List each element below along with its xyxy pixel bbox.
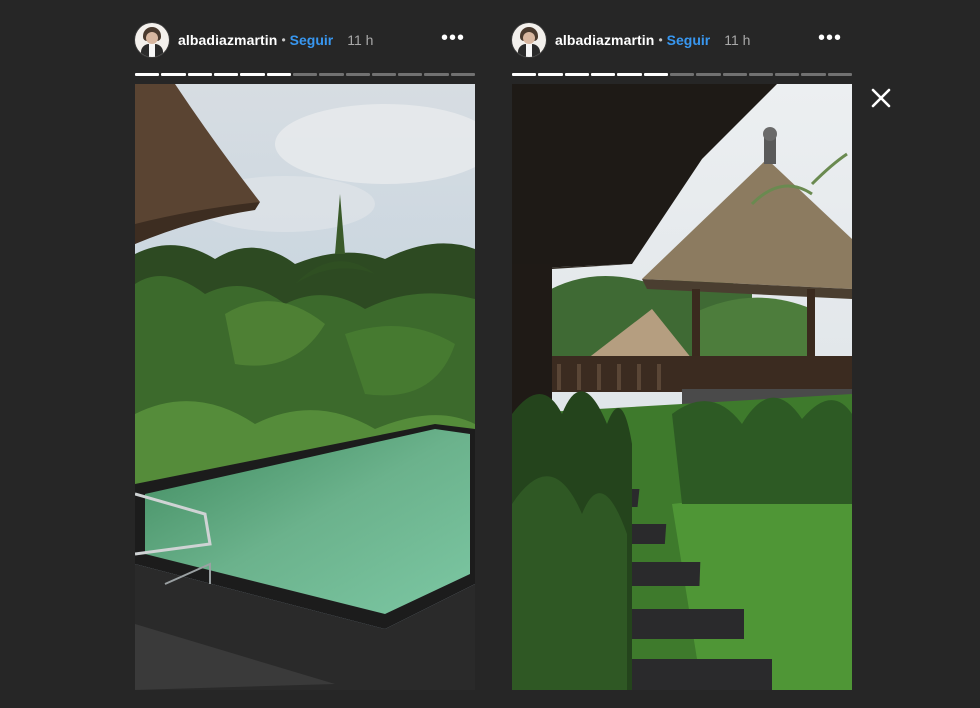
progress-segment [590, 73, 616, 76]
follow-button[interactable]: Seguir [667, 32, 711, 48]
story-progress [512, 73, 853, 76]
close-icon[interactable] [868, 85, 894, 111]
story-header: albadiazmartin • Seguir 11 h ••• [512, 22, 852, 58]
pool-jungle-image [135, 84, 475, 690]
progress-segment [398, 73, 423, 76]
progress-segment [538, 73, 563, 76]
username-link[interactable]: albadiazmartin [178, 32, 277, 48]
story-panel-1[interactable]: albadiazmartin • Seguir 11 h ••• [135, 0, 476, 708]
progress-segment [617, 73, 642, 76]
progress-segment [161, 73, 186, 76]
progress-segment [696, 73, 721, 76]
progress-segment [135, 73, 160, 76]
garden-pavilion-image [512, 84, 852, 690]
progress-segment [240, 73, 265, 76]
progress-segment [512, 73, 537, 76]
progress-segment [450, 73, 476, 76]
progress-segment [669, 73, 695, 76]
progress-segment [643, 73, 668, 76]
progress-segment [424, 73, 449, 76]
story-image-garden[interactable] [512, 84, 852, 690]
username-link[interactable]: albadiazmartin [555, 32, 654, 48]
story-time: 11 h [347, 32, 374, 48]
progress-segment [266, 73, 291, 76]
avatar[interactable] [135, 23, 169, 57]
story-image-pool[interactable] [135, 84, 475, 690]
more-options-icon[interactable]: ••• [818, 28, 842, 48]
story-time: 11 h [724, 32, 751, 48]
follow-button[interactable]: Seguir [290, 32, 334, 48]
progress-segment [827, 73, 853, 76]
progress-segment [345, 73, 370, 76]
progress-segment [371, 73, 397, 76]
progress-segment [319, 73, 344, 76]
progress-segment [213, 73, 239, 76]
story-panel-2[interactable]: albadiazmartin • Seguir 11 h ••• [512, 0, 853, 708]
more-options-icon[interactable]: ••• [441, 28, 465, 48]
story-header: albadiazmartin • Seguir 11 h ••• [135, 22, 475, 58]
separator-dot: • [658, 33, 663, 47]
separator-dot: • [281, 33, 286, 47]
avatar[interactable] [512, 23, 546, 57]
progress-segment [748, 73, 774, 76]
progress-segment [775, 73, 800, 76]
progress-segment [292, 73, 318, 76]
progress-segment [801, 73, 826, 76]
progress-segment [722, 73, 747, 76]
story-progress [135, 73, 476, 76]
progress-segment [187, 73, 212, 76]
progress-segment [564, 73, 589, 76]
